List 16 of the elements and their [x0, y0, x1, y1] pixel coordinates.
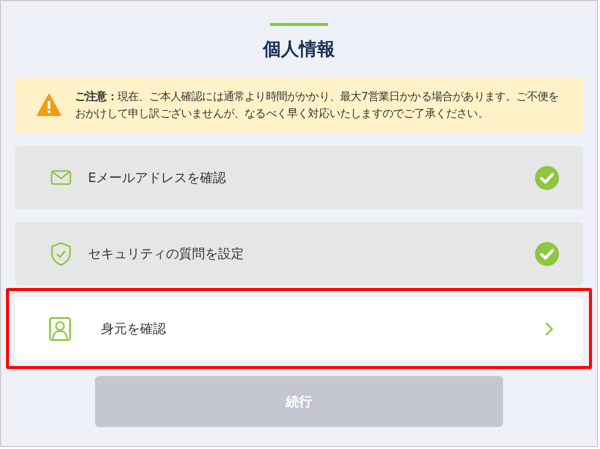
- shield-check-icon: [50, 242, 72, 266]
- person-card-icon: [49, 316, 71, 340]
- chevron-right-icon: [545, 322, 553, 336]
- step-label: 身元を確認: [101, 320, 167, 338]
- step-row[interactable]: Eメールアドレスを確認: [15, 146, 583, 209]
- step-row[interactable]: セキュリティの質問を設定: [15, 222, 583, 285]
- check-icon: [535, 242, 559, 266]
- accent-bar: [270, 23, 328, 26]
- step-label: Eメールアドレスを確認: [88, 170, 228, 186]
- step-row[interactable]: 身元を確認: [15, 297, 583, 360]
- check-icon: [535, 166, 559, 190]
- page-title: 個人情報: [263, 39, 335, 61]
- warning-icon: [37, 94, 61, 116]
- notice-text: ご注意：現在、ご本人確認には通常より時間がかかり、最大7営業日かかる場合があります。ご不便をおかけして申し訳ございませんが、なるべく早く対応いたしますのでご了承ください。: [75, 89, 560, 122]
- envelope-icon: [50, 170, 72, 185]
- step-label: セキュリティの質問を設定: [88, 246, 245, 262]
